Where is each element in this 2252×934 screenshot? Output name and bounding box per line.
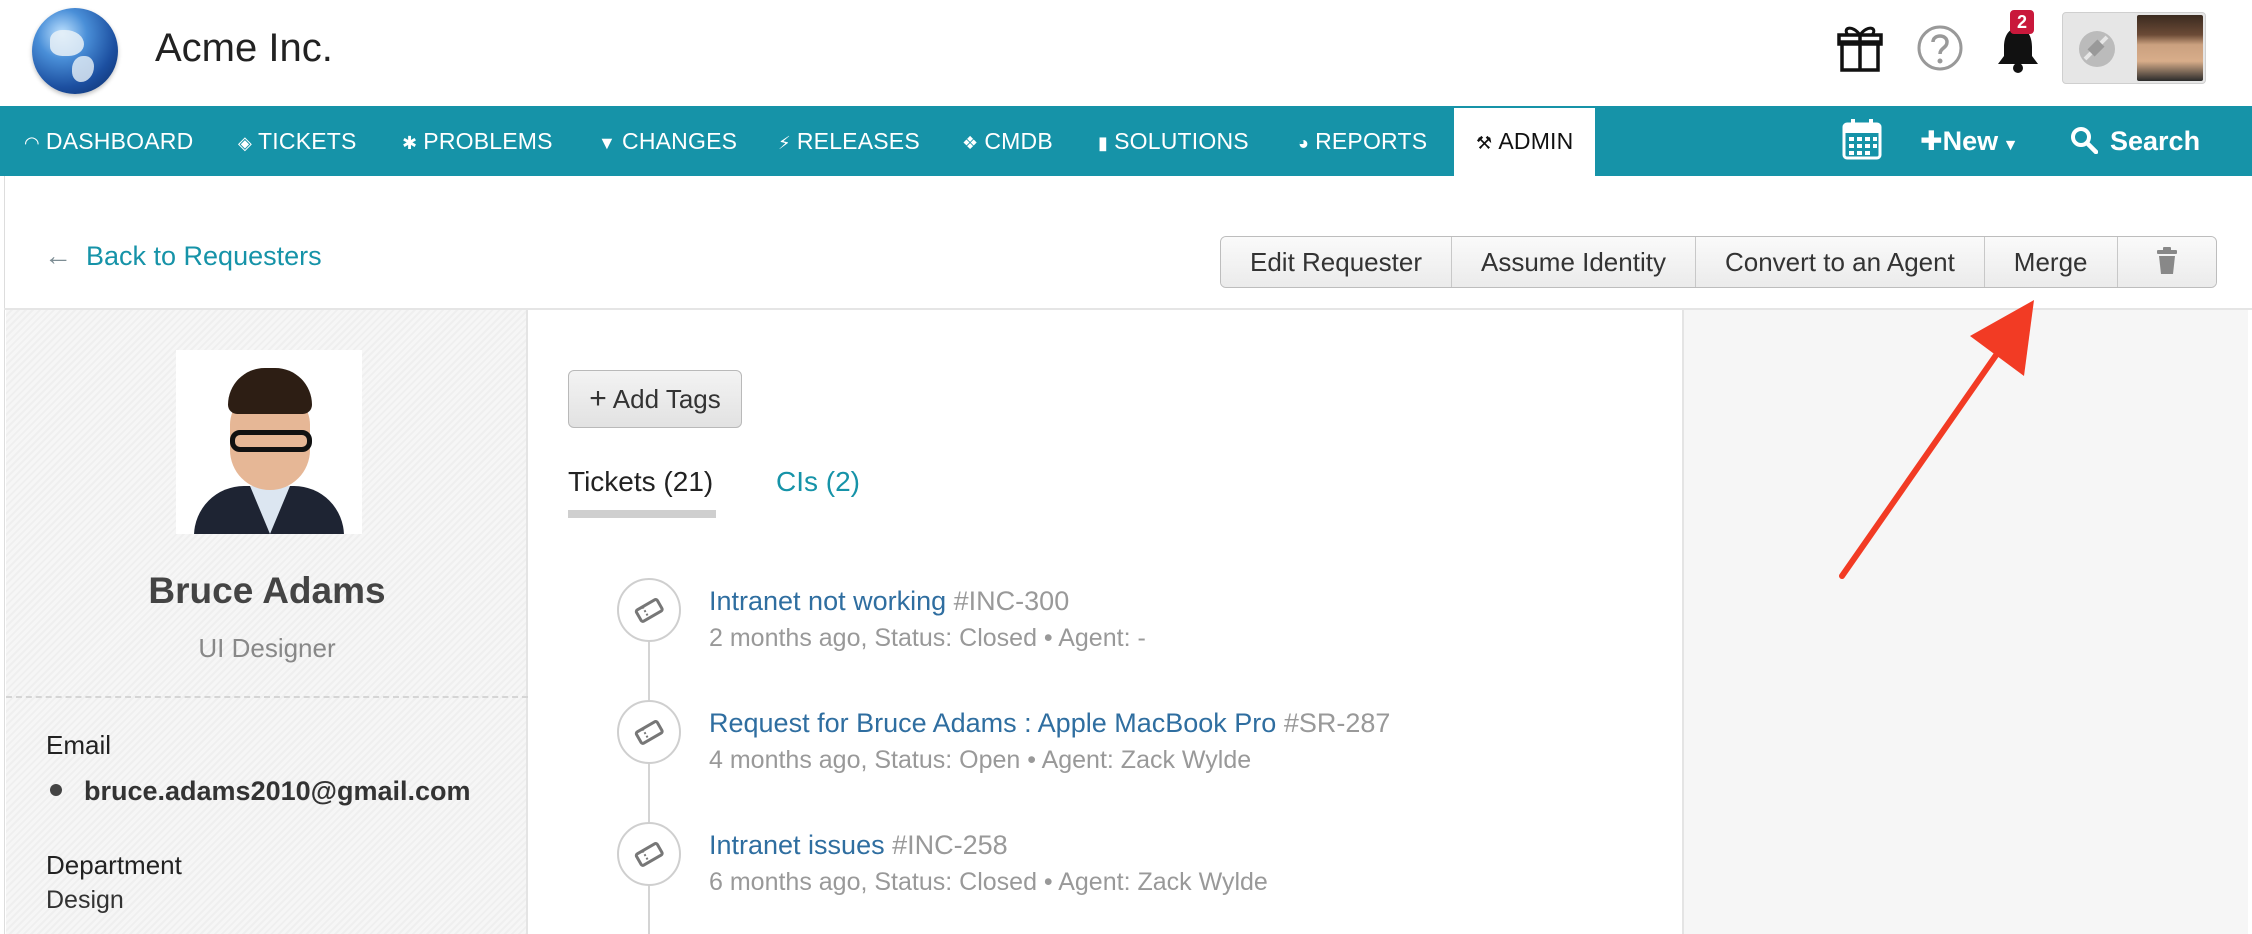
- delete-button[interactable]: [2117, 237, 2216, 287]
- profile-divider: [6, 696, 528, 698]
- ticket-title[interactable]: Request for Bruce Adams : Apple MacBook …: [709, 708, 1390, 739]
- ticket-meta: 6 months ago, Status: Closed • Agent: Za…: [709, 868, 1268, 896]
- notification-count-badge: 2: [2010, 10, 2034, 34]
- active-tab-indicator: [568, 510, 716, 518]
- convert-to-agent-button[interactable]: Convert to an Agent: [1695, 237, 1985, 287]
- nav-solutions[interactable]: ▮ SOLUTIONS: [1098, 106, 1249, 176]
- calendar-icon[interactable]: [1842, 118, 1882, 160]
- changes-icon: ▼: [598, 133, 617, 153]
- ticket-icon: [634, 842, 664, 867]
- nav-changes[interactable]: ▼ CHANGES: [598, 106, 737, 176]
- top-header: Acme Inc. 2: [0, 0, 2252, 106]
- nav-problems[interactable]: ✱ PROBLEMS: [402, 106, 553, 176]
- department-label: Department: [46, 850, 182, 880]
- email-label: Email: [46, 730, 112, 760]
- ticket-title[interactable]: Intranet not working #INC-300: [709, 586, 1069, 617]
- ticket-icon: [634, 598, 664, 623]
- ticket-meta: 2 months ago, Status: Closed • Agent: -: [709, 624, 1146, 652]
- tab-cis[interactable]: CIs (2): [776, 466, 860, 498]
- trash-icon: [2156, 247, 2177, 274]
- bullet-icon: [50, 783, 62, 796]
- arrow-left-icon: ←: [44, 240, 72, 271]
- gift-icon[interactable]: [1832, 20, 1888, 76]
- annotation-arrow: [1839, 300, 2034, 579]
- lightning-icon: ⚡: [778, 133, 791, 153]
- nav-reports[interactable]: ◕ REPORTS: [1298, 106, 1427, 176]
- requester-name: Bruce Adams: [148, 570, 386, 611]
- book-icon: ▮: [1098, 133, 1109, 153]
- ticket-title[interactable]: Intranet issues #INC-258: [709, 830, 1008, 861]
- timeline-node: [617, 578, 681, 642]
- pie-icon: ◕: [1298, 133, 1310, 153]
- timeline-node: [617, 822, 681, 886]
- requester-profile-panel: Bruce Adams UI Designer Email bruce.adam…: [6, 310, 528, 934]
- dashboard-icon: ◠: [24, 133, 40, 153]
- main-navbar: ◠ DASHBOARD ◈ TICKETS ✱ PROBLEMS ▼ CHANGES ⚡…: [0, 106, 2252, 176]
- user-profile-menu[interactable]: [2062, 12, 2206, 84]
- back-to-requesters-link[interactable]: ← Back to Requesters: [44, 240, 322, 272]
- bug-icon: ✱: [402, 133, 418, 153]
- requester-job-title: UI Designer: [198, 633, 336, 663]
- email-value: bruce.adams2010@gmail.com: [50, 776, 471, 807]
- caret-down-icon: ▼: [1998, 137, 2019, 154]
- tab-tickets[interactable]: Tickets (21): [568, 466, 713, 498]
- assume-identity-button[interactable]: Assume Identity: [1451, 237, 1696, 287]
- requester-photo: [176, 350, 362, 534]
- help-icon[interactable]: [1912, 20, 1968, 76]
- ticket-icon: [634, 720, 664, 745]
- plus-icon: +: [589, 382, 607, 415]
- search-icon: [2070, 110, 2099, 155]
- edit-requester-button[interactable]: Edit Requester: [1221, 237, 1452, 287]
- timeline-node: [617, 700, 681, 764]
- user-avatar: [2137, 15, 2203, 81]
- merge-button[interactable]: Merge: [1984, 237, 2118, 287]
- requester-actions: Edit Requester Assume Identity Convert t…: [1220, 236, 2217, 288]
- search-button[interactable]: Search: [2070, 106, 2200, 176]
- add-tags-button[interactable]: + Add Tags: [568, 370, 742, 428]
- satellite-icon: [2079, 31, 2115, 67]
- nav-cmdb[interactable]: ❖ CMDB: [962, 106, 1053, 176]
- nav-tickets[interactable]: ◈ TICKETS: [238, 106, 357, 176]
- nav-releases[interactable]: ⚡ RELEASES: [778, 106, 920, 176]
- nav-dashboard[interactable]: ◠ DASHBOARD: [24, 106, 193, 176]
- app-title: Acme Inc.: [155, 26, 333, 70]
- cube-icon: ❖: [962, 133, 979, 153]
- tools-icon: ⚒: [1476, 133, 1493, 153]
- ticket-icon: ◈: [238, 133, 253, 153]
- department-value: Design: [46, 886, 124, 914]
- nav-admin[interactable]: ⚒ ADMIN: [1454, 108, 1596, 176]
- ticket-meta: 4 months ago, Status: Open • Agent: Zack…: [709, 746, 1252, 774]
- company-logo-globe[interactable]: [32, 8, 118, 94]
- new-menu-button[interactable]: ✚New ▼: [1920, 106, 2018, 176]
- plus-icon: ✚: [1920, 126, 1943, 156]
